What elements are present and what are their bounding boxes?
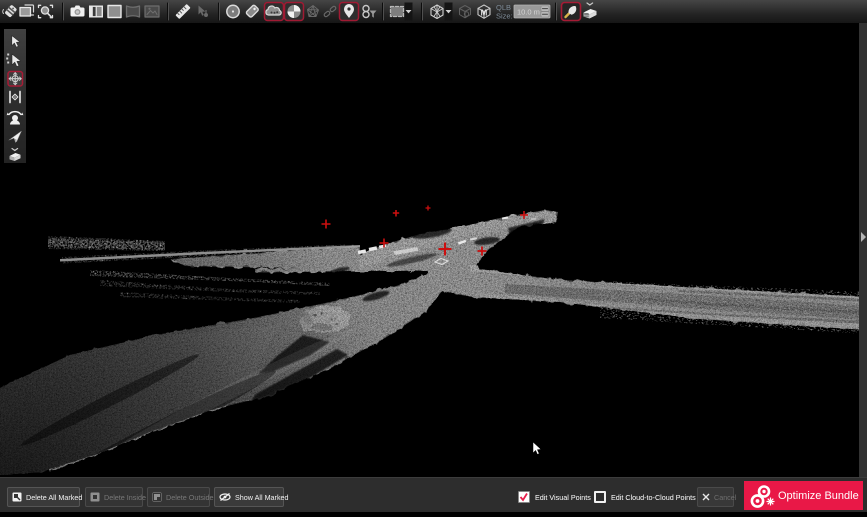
- svg-text:M: M: [481, 9, 488, 18]
- svg-text:10.0 m: 10.0 m: [517, 8, 540, 17]
- svg-text:Size:: Size:: [496, 12, 513, 21]
